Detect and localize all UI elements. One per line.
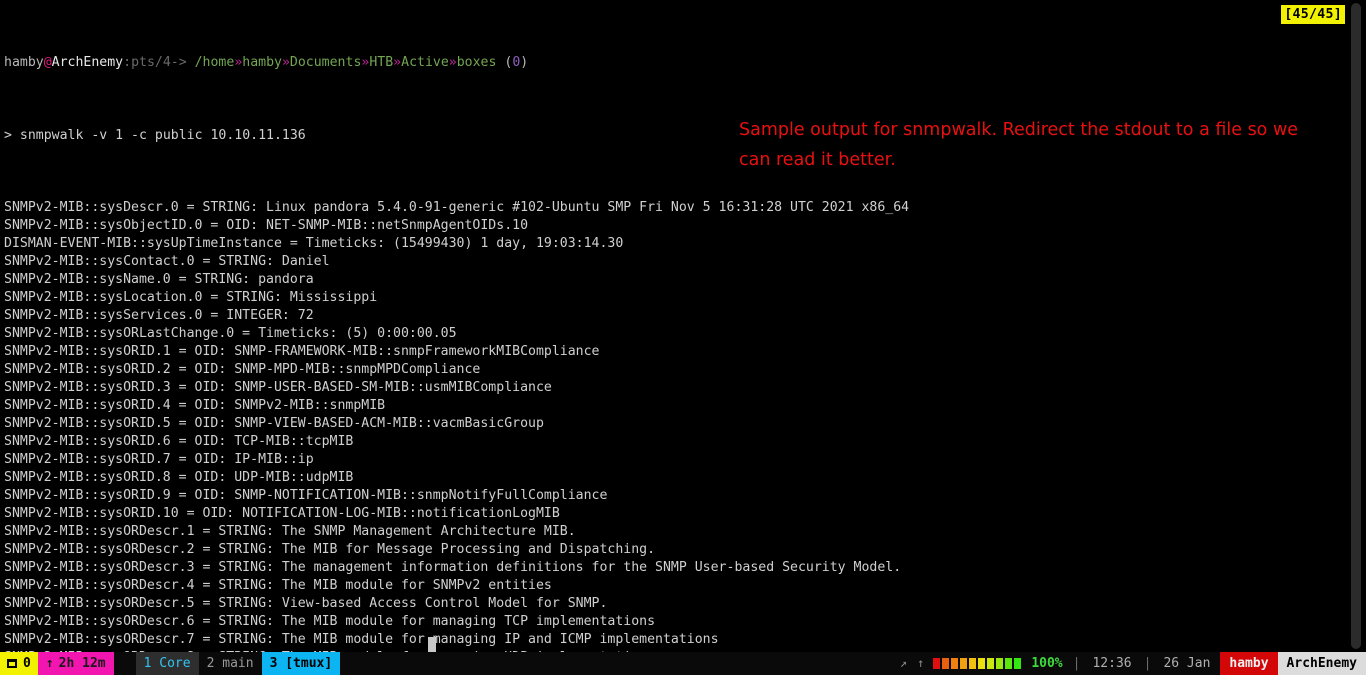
breadcrumb-segment-5: boxes: [456, 55, 497, 70]
output-line: SNMPv2-MIB::sysORID.6 = OID: TCP-MIB::tc…: [4, 434, 354, 449]
tmux-window-label: 2 main: [206, 656, 254, 671]
battery-block: [960, 658, 968, 669]
battery-block: [978, 658, 986, 669]
output-line: SNMPv2-MIB::sysORDescr.3 = STRING: The m…: [4, 560, 902, 575]
scrollbar-thumb[interactable]: [1351, 3, 1361, 649]
statusbar-gap: [114, 652, 136, 675]
battery-block: [987, 658, 995, 669]
battery-block: [1014, 658, 1022, 669]
prompt-hostname: ArchEnemy: [51, 55, 124, 70]
terminal-output-area[interactable]: hamby@ArchEnemy:pts/4-> /home»hamby»Docu…: [0, 0, 1346, 652]
upload-arrow-icon: ↑: [917, 656, 925, 670]
output-line: SNMPv2-MIB::sysORID.8 = OID: UDP-MIB::ud…: [4, 470, 354, 485]
breadcrumb-segment-4: Active: [401, 55, 449, 70]
output-line: SNMPv2-MIB::sysORID.4 = OID: SNMPv2-MIB:…: [4, 398, 386, 413]
uptime-badge: ↑ 2h 12m: [37, 652, 114, 675]
output-line: SNMPv2-MIB::sysServices.0 = INTEGER: 72: [4, 308, 314, 323]
window-count-badge[interactable]: 0: [0, 652, 38, 675]
shell-prompt-line: hamby@ArchEnemy:pts/4-> /home»hamby»Docu…: [0, 54, 1346, 73]
output-line: SNMPv2-MIB::sysORDescr.6 = STRING: The M…: [4, 614, 656, 629]
prompt-username: hamby: [4, 55, 44, 70]
command-output: SNMPv2-MIB::sysDescr.0 = STRING: Linux p…: [0, 199, 1346, 652]
tmux-window-1[interactable]: 1 Core: [135, 652, 199, 675]
output-line: SNMPv2-MIB::sysObjectID.0 = OID: NET-SNM…: [4, 218, 529, 233]
output-line: SNMPv2-MIB::sysORID.3 = OID: SNMP-USER-B…: [4, 380, 552, 395]
prompt-tty: :pts/4->: [123, 55, 187, 70]
statusbar-separator: |: [1072, 656, 1081, 671]
status-bar: 0 ↑ 2h 12m 1 Core 2 main 3 [tmux] ↗ ↑ 10…: [0, 652, 1366, 675]
tmux-window-3[interactable]: 3 [tmux]: [261, 652, 341, 675]
output-line: SNMPv2-MIB::sysORID.5 = OID: SNMP-VIEW-B…: [4, 416, 544, 431]
breadcrumb-separator: »: [393, 55, 402, 70]
uptime-arrow-icon: ↑: [45, 656, 54, 671]
output-line: SNMPv2-MIB::sysORDescr.4 = STRING: The M…: [4, 578, 552, 593]
battery-block: [951, 658, 959, 669]
breadcrumb-separator: »: [448, 55, 457, 70]
scrollbar[interactable]: [1346, 0, 1366, 652]
battery-block: [996, 658, 1004, 669]
breadcrumb-segment-1: hamby: [242, 55, 282, 70]
output-line: SNMPv2-MIB::sysDescr.0 = STRING: Linux p…: [4, 200, 910, 215]
output-line: SNMPv2-MIB::sysContact.0 = STRING: Danie…: [4, 254, 330, 269]
command-marker: >: [4, 128, 12, 143]
job-count-close-paren: ): [520, 55, 529, 70]
breadcrumb-segment-3: HTB: [369, 55, 394, 70]
output-line: SNMPv2-MIB::sysORDescr.1 = STRING: The S…: [4, 524, 576, 539]
breadcrumb-segment-2: Documents: [289, 55, 362, 70]
command-text: snmpwalk -v 1 -c public 10.10.11.136: [19, 128, 306, 143]
output-line: SNMPv2-MIB::sysORDescr.5 = STRING: View-…: [4, 596, 608, 611]
battery-percent: 100%: [1031, 656, 1063, 671]
statusbar-right-group: ↗ ↑ 100% | 12:36 | 26 Jan hamby ArchEnem…: [895, 652, 1366, 675]
window-count-value: 0: [23, 656, 31, 671]
uptime-value: 2h 12m: [58, 656, 106, 671]
output-line: SNMPv2-MIB::sysORLastChange.0 = Timetick…: [4, 326, 457, 341]
output-line: SNMPv2-MIB::sysORDescr.2 = STRING: The M…: [4, 542, 656, 557]
tmux-window-label: 3 [tmux]: [269, 656, 333, 671]
tmux-window-label: 1 Core: [143, 656, 191, 671]
date: 26 Jan: [1163, 656, 1211, 671]
output-line: SNMPv2-MIB::sysORID.9 = OID: SNMP-NOTIFI…: [4, 488, 608, 503]
clock: 12:36: [1092, 656, 1132, 671]
battery-block: [933, 658, 941, 669]
battery-block: [969, 658, 977, 669]
output-line: SNMPv2-MIB::sysLocation.0 = STRING: Miss…: [4, 290, 378, 305]
output-line: SNMPv2-MIB::sysORDescr.7 = STRING: The M…: [4, 632, 719, 647]
prompt-at-symbol: @: [43, 55, 52, 70]
breadcrumb-segment-0: /home: [194, 55, 235, 70]
network-arrow-icon: ↗: [899, 656, 908, 670]
output-line: SNMPv2-MIB::sysORID.1 = OID: SNMP-FRAMEW…: [4, 344, 600, 359]
terminal-window: hamby@ArchEnemy:pts/4-> /home»hamby»Docu…: [0, 0, 1366, 675]
session-hostname: ArchEnemy: [1277, 652, 1366, 675]
tmux-window-2[interactable]: 2 main: [199, 652, 262, 675]
window-icon: [7, 659, 17, 668]
battery-block: [942, 658, 950, 669]
status-badge: [45/45]: [1281, 5, 1345, 24]
output-line: SNMPv2-MIB::sysORID.7 = OID: IP-MIB::ip: [4, 452, 314, 467]
output-line: SNMPv2-MIB::sysORID.10 = OID: NOTIFICATI…: [4, 506, 560, 521]
statusbar-separator: |: [1143, 656, 1152, 671]
session-username: hamby: [1220, 652, 1278, 675]
breadcrumb-separator: »: [281, 55, 290, 70]
battery-icon: [929, 658, 1025, 669]
annotation-text: Sample output for snmpwalk. Redirect the…: [739, 120, 1299, 170]
output-line: DISMAN-EVENT-MIB::sysUpTimeInstance = Ti…: [4, 236, 624, 251]
output-line: SNMPv2-MIB::sysORID.2 = OID: SNMP-MPD-MI…: [4, 362, 481, 377]
output-line: SNMPv2-MIB::sysName.0 = STRING: pandora: [4, 272, 314, 287]
battery-block: [1005, 658, 1013, 669]
